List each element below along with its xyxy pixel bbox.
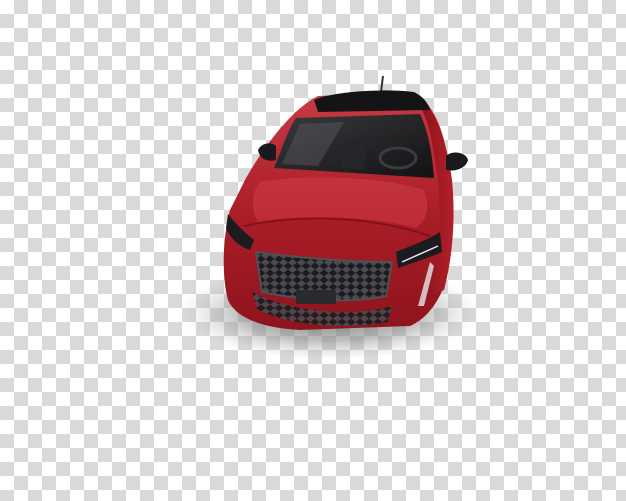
right-mirror	[446, 152, 468, 171]
checkerboard-background	[0, 0, 626, 501]
antenna	[380, 75, 384, 93]
red-hatchback-car	[180, 75, 480, 360]
car-roof	[314, 90, 430, 112]
plate-area	[296, 290, 336, 304]
